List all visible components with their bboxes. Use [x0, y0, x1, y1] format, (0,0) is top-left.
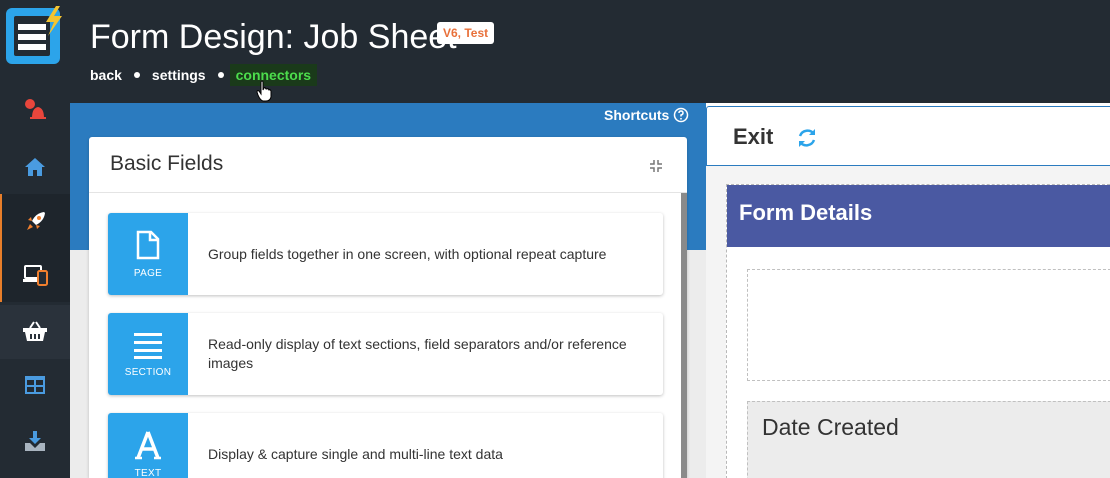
basket-icon	[23, 321, 47, 341]
nav-item-dashboard[interactable]	[0, 358, 70, 412]
section-icon	[134, 332, 162, 359]
field-tile-section: SECTION	[108, 313, 188, 395]
download-icon	[25, 431, 45, 451]
version-badge: V6, Test	[437, 22, 495, 44]
date-created-field[interactable]: Date Created	[747, 401, 1110, 478]
field-description: Group fields together in one screen, wit…	[208, 245, 607, 262]
top-header: Form Design: Job Sheet V6, Test back set…	[70, 0, 1110, 103]
field-card-section[interactable]: SECTION Read-only display of text sectio…	[108, 313, 663, 395]
dashboard-icon	[25, 376, 45, 394]
alert-bell-icon	[25, 99, 46, 119]
nav-item-home[interactable]	[0, 140, 70, 194]
canvas-body: Form Details Date Created	[706, 166, 1110, 478]
date-created-label: Date Created	[762, 414, 899, 440]
refresh-icon[interactable]	[795, 126, 819, 150]
basic-fields-header: Basic Fields	[89, 137, 687, 193]
panel-scrollbar[interactable]	[681, 193, 687, 478]
nav-item-alerts[interactable]	[0, 82, 70, 136]
text-icon	[135, 430, 161, 459]
field-card-page[interactable]: PAGE Group fields together in one screen…	[108, 213, 663, 295]
breadcrumb: back settings connectors	[90, 64, 318, 86]
canvas-toolbar: Exit	[706, 106, 1110, 166]
breadcrumb-separator	[217, 72, 224, 78]
empty-field-slot[interactable]	[747, 269, 1110, 381]
hand-cursor-icon	[256, 80, 272, 102]
basic-fields-panel: Basic Fields PAGE Group fields together …	[89, 137, 687, 478]
shortcuts-label: Shortcuts	[604, 107, 670, 123]
breadcrumb-separator	[133, 72, 140, 78]
tile-label: TEXT	[134, 467, 162, 478]
basic-fields-title: Basic Fields	[110, 152, 224, 175]
page-title: Form Design: Job Sheet	[90, 18, 457, 56]
field-description: Display & capture single and multi-line …	[208, 445, 503, 462]
form-canvas: Exit Form Details Date Created	[706, 103, 1110, 478]
field-tile-page: PAGE	[108, 213, 188, 295]
nav-item-store[interactable]	[0, 305, 70, 359]
tile-label: SECTION	[124, 366, 172, 378]
left-nav	[0, 0, 70, 478]
help-icon	[674, 107, 689, 123]
exit-button[interactable]: Exit	[733, 124, 773, 150]
nav-item-download[interactable]	[0, 414, 70, 468]
home-icon	[25, 158, 45, 176]
app-logo[interactable]	[4, 4, 66, 68]
rocket-icon	[27, 212, 45, 230]
devices-icon	[23, 265, 48, 286]
breadcrumb-back[interactable]: back	[90, 67, 122, 83]
page-icon	[136, 230, 160, 259]
nav-item-launch[interactable]	[0, 194, 70, 248]
tile-label: PAGE	[133, 267, 163, 279]
shortcuts-link[interactable]: Shortcuts	[604, 107, 689, 123]
nav-item-devices[interactable]	[0, 248, 70, 302]
breadcrumb-connectors[interactable]: connectors	[229, 64, 318, 86]
field-tile-text: TEXT	[108, 413, 188, 478]
collapse-icon[interactable]	[649, 159, 663, 173]
field-description: Read-only display of text sections, fiel…	[208, 336, 627, 371]
field-card-text[interactable]: TEXT Display & capture single and multi-…	[108, 413, 663, 478]
breadcrumb-settings[interactable]: settings	[152, 67, 206, 83]
form-section[interactable]: Form Details Date Created	[726, 184, 1110, 478]
section-title: Form Details	[727, 185, 1110, 247]
